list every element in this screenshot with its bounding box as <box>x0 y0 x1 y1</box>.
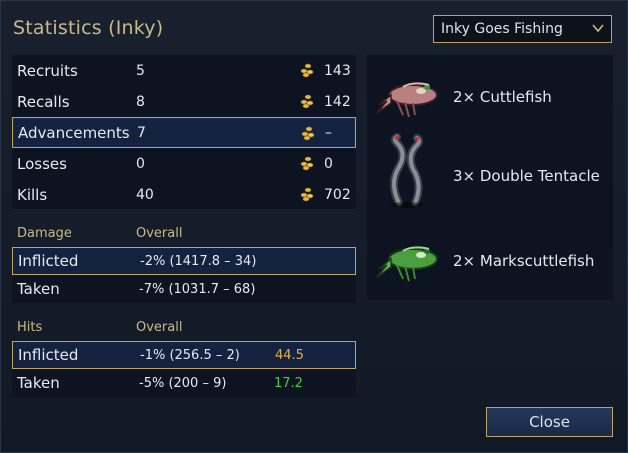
stats-value: 40 <box>136 186 154 203</box>
stats-label: Advancements <box>18 123 130 142</box>
hits-value: -1% (256.5 – 2) <box>140 347 240 363</box>
kills-list: 2× Cuttlefish 3× Double Tentacle 2× Mark… <box>367 55 613 300</box>
gold-coins-icon <box>300 187 314 202</box>
dialog-title: Statistics (Inky) <box>13 17 164 39</box>
hits-heading: Hits <box>17 320 43 335</box>
stats-row-advancements[interactable]: Advancements 7 – <box>12 117 356 148</box>
damage-row-inflicted[interactable]: Inflicted -2% (1417.8 – 34) <box>12 247 356 275</box>
scenario-select[interactable]: Inky Goes Fishing <box>433 15 612 43</box>
stats-cost: – <box>325 124 332 141</box>
stats-row-losses[interactable]: Losses 0 0 <box>12 148 356 179</box>
damage-value: -2% (1417.8 – 34) <box>140 253 257 269</box>
stats-cost: 142 <box>324 93 351 110</box>
gold-coins-icon <box>301 126 315 141</box>
stats-value: 5 <box>136 62 145 79</box>
stats-label: Recalls <box>17 92 70 111</box>
hits-expected-value: 44.5 <box>275 347 304 363</box>
hits-header: Hits Overall <box>17 320 182 335</box>
hits-row-taken[interactable]: Taken -5% (200 – 9) 17.2 <box>12 369 356 397</box>
statistics-dialog: Statistics (Inky) Inky Goes Fishing Recr… <box>0 0 628 453</box>
kill-label: 3× Double Tentacle <box>453 167 600 185</box>
stats-label: Kills <box>17 185 48 204</box>
damage-overall-heading: Overall <box>136 226 183 241</box>
hits-row-inflicted[interactable]: Inflicted -1% (256.5 – 2) 44.5 <box>12 341 356 369</box>
damage-heading: Damage <box>17 226 72 241</box>
kill-label: 2× Markscuttlefish <box>453 252 595 270</box>
stats-value: 0 <box>136 155 145 172</box>
double-tentacle-icon <box>390 133 423 208</box>
hits-label: Taken <box>17 374 60 392</box>
kill-label: 2× Cuttlefish <box>453 88 552 106</box>
close-button[interactable]: Close <box>486 407 613 437</box>
stats-row-recruits[interactable]: Recruits 5 143 <box>12 55 356 86</box>
scenario-select-value: Inky Goes Fishing <box>441 21 563 37</box>
kill-item-cuttlefish[interactable]: 2× Cuttlefish <box>367 67 613 127</box>
stats-cost: 702 <box>324 186 351 203</box>
stats-table: Recruits 5 143 Recalls 8 142 Advancement… <box>12 55 356 209</box>
stats-label: Losses <box>17 154 67 173</box>
stats-cost: 143 <box>324 62 351 79</box>
damage-header: Damage Overall <box>17 226 182 241</box>
gold-coins-icon <box>300 156 314 171</box>
gold-coins-icon <box>300 94 314 109</box>
markscuttlefish-icon <box>376 246 438 282</box>
kill-item-double-tentacle[interactable]: 3× Double Tentacle <box>367 133 613 208</box>
damage-row-taken[interactable]: Taken -7% (1031.7 – 68) <box>12 275 356 303</box>
stats-cost: 0 <box>324 155 333 172</box>
hits-value: -5% (200 – 9) <box>139 375 227 391</box>
damage-value: -7% (1031.7 – 68) <box>139 281 256 297</box>
stats-value: 8 <box>136 93 145 110</box>
stats-value: 7 <box>137 124 146 141</box>
damage-label: Inflicted <box>18 252 79 270</box>
hits-label: Inflicted <box>18 346 79 364</box>
stats-row-kills[interactable]: Kills 40 702 <box>12 179 356 210</box>
gold-coins-icon <box>300 63 314 78</box>
hits-expected-value: 17.2 <box>274 375 303 391</box>
stats-label: Recruits <box>17 61 78 80</box>
hits-table: Inflicted -1% (256.5 – 2) 44.5 Taken -5%… <box>12 341 356 397</box>
stats-row-recalls[interactable]: Recalls 8 142 <box>12 86 356 117</box>
hits-overall-heading: Overall <box>136 320 183 335</box>
kill-item-markscuttlefish[interactable]: 2× Markscuttlefish <box>367 231 613 291</box>
damage-table: Inflicted -2% (1417.8 – 34) Taken -7% (1… <box>12 247 356 303</box>
chevron-down-icon <box>592 24 604 33</box>
cuttlefish-icon <box>376 82 438 118</box>
damage-label: Taken <box>17 280 60 298</box>
